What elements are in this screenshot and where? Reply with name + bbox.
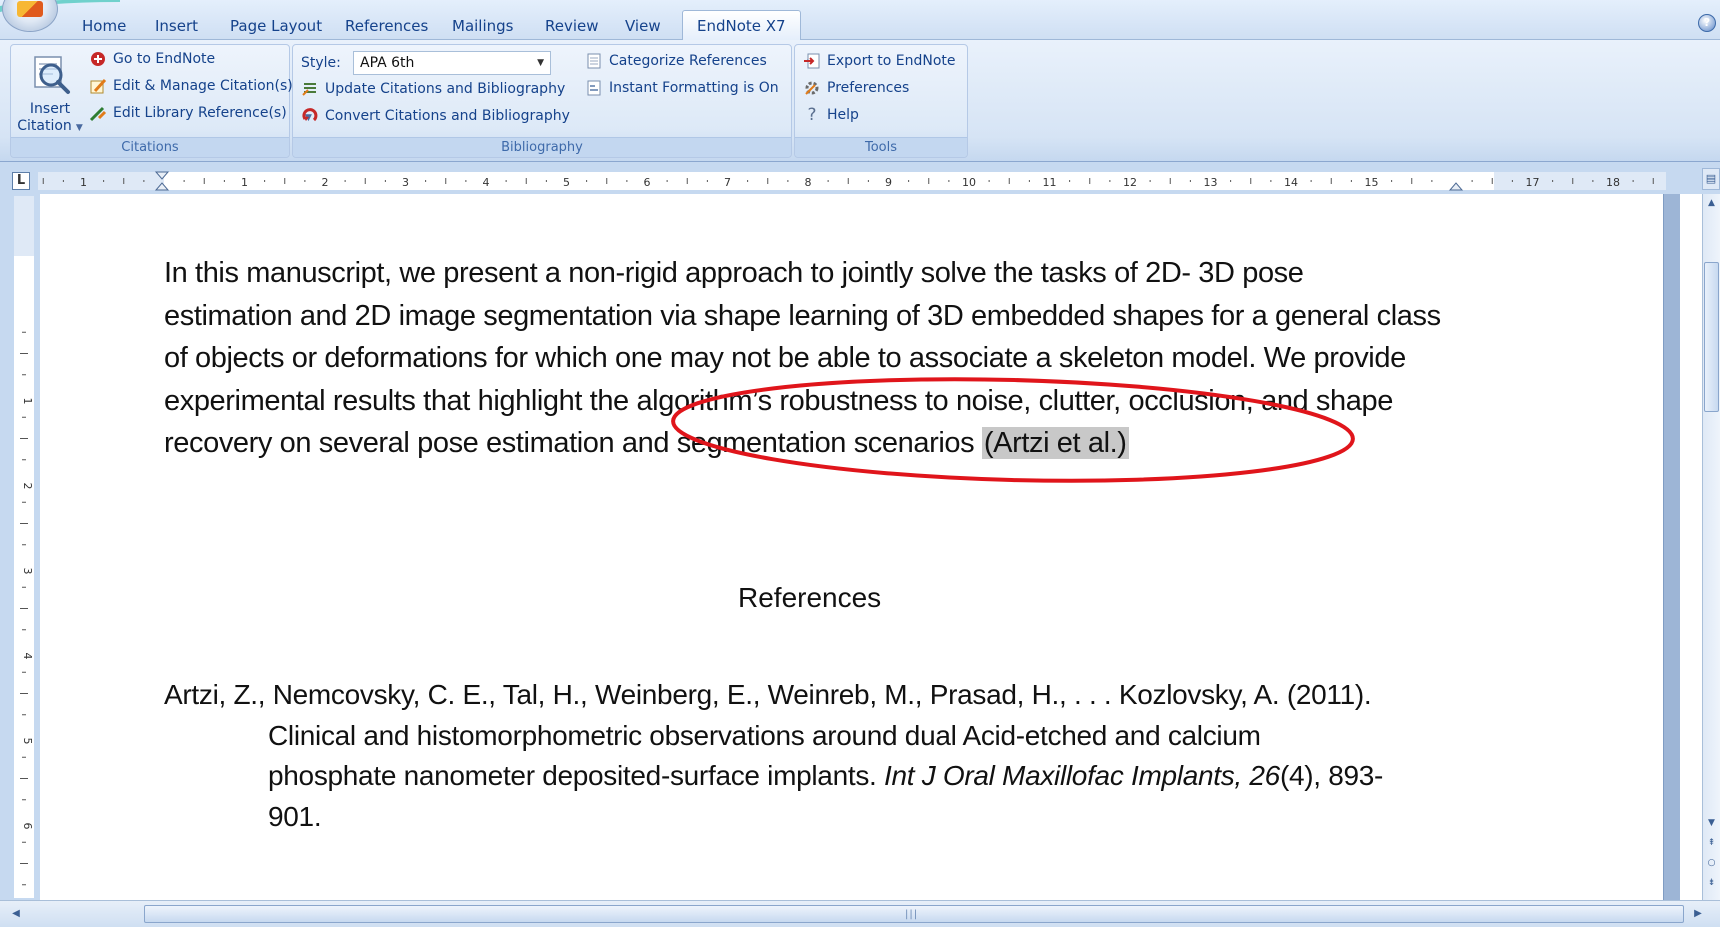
ruler-number: 2 xyxy=(322,176,329,189)
insert-citation-button[interactable]: Insert Citation ▼ xyxy=(17,51,83,137)
ribbon-tab-bar: Home Insert Page Layout References Maili… xyxy=(0,0,1720,41)
categorize-list-icon xyxy=(587,53,601,69)
insert-citation-label: Insert Citation ▼ xyxy=(17,101,83,134)
ruler-number: 18 xyxy=(1606,176,1620,189)
ruler-number: 15 xyxy=(1365,176,1379,189)
edit-pencil-icon xyxy=(90,78,107,94)
horizontal-ruler[interactable]: 1 1 2 3 4 5 6 7 8 9 10 11 12 13 14 15 17 18 xyxy=(38,170,1666,192)
tools-group-label: Tools xyxy=(795,137,967,157)
tab-home[interactable]: Home xyxy=(82,12,126,40)
ruler-number: 6 xyxy=(21,823,34,830)
scroll-right-icon[interactable]: ▶ xyxy=(1690,906,1706,922)
office-logo-icon xyxy=(17,1,43,17)
paragraph-line-last: recovery on several pose estimation and … xyxy=(164,427,1129,459)
reference-line: Clinical and histomorphometric observati… xyxy=(268,719,1261,751)
vertical-scrollbar[interactable]: ▲ ▼ ⇞ ○ ⇟ xyxy=(1702,194,1720,900)
preferences-gear-icon xyxy=(805,81,819,95)
library-edit-icon xyxy=(89,106,107,122)
bibliography-group-label: Bibliography xyxy=(293,137,791,157)
paragraph-line: of objects or deformations for which one… xyxy=(164,342,1406,374)
ruler-number: 17 xyxy=(1526,176,1540,189)
ruler-number: 14 xyxy=(1284,176,1298,189)
citations-group: Insert Citation ▼ Go to EndNote Edit & Ma… xyxy=(10,44,293,158)
previous-page-icon[interactable]: ⇞ xyxy=(1704,836,1719,851)
vertical-scroll-thumb[interactable] xyxy=(1704,262,1719,412)
reference-line: 901. xyxy=(268,800,322,832)
ruler-number: 4 xyxy=(483,176,490,189)
ribbon: Insert Citation ▼ Go to EndNote Edit & Ma… xyxy=(0,40,1720,162)
chevron-down-icon: ▼ xyxy=(537,58,544,68)
scroll-left-icon[interactable]: ◀ xyxy=(8,906,24,922)
ruler-number: 5 xyxy=(563,176,570,189)
instant-formatting-icon xyxy=(587,80,601,96)
ruler-number: 2 xyxy=(21,483,34,490)
ruler-number: 11 xyxy=(1043,176,1057,189)
ruler-number: 7 xyxy=(724,176,731,189)
scroll-down-icon[interactable]: ▼ xyxy=(1704,816,1719,831)
reference-line: phosphate nanometer deposited-surface im… xyxy=(268,760,1384,791)
scroll-grip-icon: ||| xyxy=(905,909,919,920)
ruler-number: 3 xyxy=(21,568,34,575)
ruler-number: 12 xyxy=(1123,176,1137,189)
next-page-icon[interactable]: ⇟ xyxy=(1704,876,1719,891)
export-icon xyxy=(804,53,820,69)
endnote-icon xyxy=(91,52,105,66)
ruler-number: 8 xyxy=(805,176,812,189)
export-to-endnote-button[interactable]: Export to EndNote▼ xyxy=(803,49,956,73)
body-paragraph[interactable]: In this manuscript, we present a non-rig… xyxy=(164,252,1484,465)
style-dropdown[interactable]: APA 6th ▼ xyxy=(353,51,551,75)
tab-endnote-x7[interactable]: EndNote X7 xyxy=(682,10,801,41)
categorize-references-button[interactable]: Categorize References▼ xyxy=(585,49,767,73)
tab-review[interactable]: Review xyxy=(545,12,599,40)
journal-title: Int J Oral Maxillofac Implants, 26 xyxy=(883,760,1280,791)
tab-selector[interactable]: L xyxy=(12,172,30,190)
reference-line: Artzi, Z., Nemcovsky, C. E., Tal, H., We… xyxy=(164,679,1372,710)
tools-group: Export to EndNote▼ Preferences ? Help To… xyxy=(794,44,968,158)
ruler-number: 6 xyxy=(644,176,651,189)
bibliography-entry[interactable]: Artzi, Z., Nemcovsky, C. E., Tal, H., We… xyxy=(164,675,1494,837)
ruler-number: 1 xyxy=(241,176,248,189)
style-value: APA 6th xyxy=(360,55,415,71)
convert-arrow-icon xyxy=(302,108,318,122)
bibliography-group: Style: APA 6th ▼ Update Citations and Bi… xyxy=(292,44,792,158)
help-icon[interactable]: ? xyxy=(1698,14,1716,32)
paragraph-line: estimation and 2D image segmentation via… xyxy=(164,299,1441,332)
ruler-number: 9 xyxy=(885,176,892,189)
ruler-number: 1 xyxy=(21,398,34,405)
select-browse-object-icon[interactable]: ○ xyxy=(1704,856,1719,871)
ruler-number: 3 xyxy=(402,176,409,189)
ruler-number: 10 xyxy=(962,176,976,189)
vertical-ruler[interactable]: 1234567 xyxy=(14,196,34,898)
references-heading: References xyxy=(738,582,882,613)
horizontal-scroll-thumb[interactable]: ||| xyxy=(144,905,1684,923)
tab-view[interactable]: View xyxy=(625,12,661,40)
paragraph-line: experimental results that highlight the … xyxy=(164,384,1393,417)
question-mark-icon: ? xyxy=(807,105,817,125)
update-list-icon xyxy=(302,83,316,96)
style-label: Style: xyxy=(301,55,341,71)
convert-citations-button[interactable]: Convert Citations and Bibliography ▼ xyxy=(301,104,570,128)
ruler-number: 13 xyxy=(1204,176,1218,189)
citations-group-label: Citations xyxy=(11,137,289,157)
horizontal-scrollbar[interactable]: ◀ ||| ▶ xyxy=(0,900,1720,927)
insert-citation-magnifier-icon xyxy=(34,56,70,94)
ruler-number: 4 xyxy=(21,653,34,660)
tab-page-layout[interactable]: Page Layout xyxy=(230,12,322,40)
ruler-number: 5 xyxy=(21,738,34,745)
tab-insert[interactable]: Insert xyxy=(155,12,198,40)
instant-formatting-button[interactable]: Instant Formatting is On▼ xyxy=(585,76,779,100)
citation-field[interactable]: (Artzi et al.) xyxy=(981,427,1129,459)
tab-references[interactable]: References xyxy=(345,12,428,40)
tab-mailings[interactable]: Mailings xyxy=(452,12,513,40)
scroll-up-icon[interactable]: ▲ xyxy=(1704,196,1719,211)
paragraph-line: In this manuscript, we present a non-rig… xyxy=(164,257,1304,289)
ruler-number: 1 xyxy=(80,176,87,189)
view-ruler-toggle-icon[interactable]: ▤ xyxy=(1702,168,1720,190)
